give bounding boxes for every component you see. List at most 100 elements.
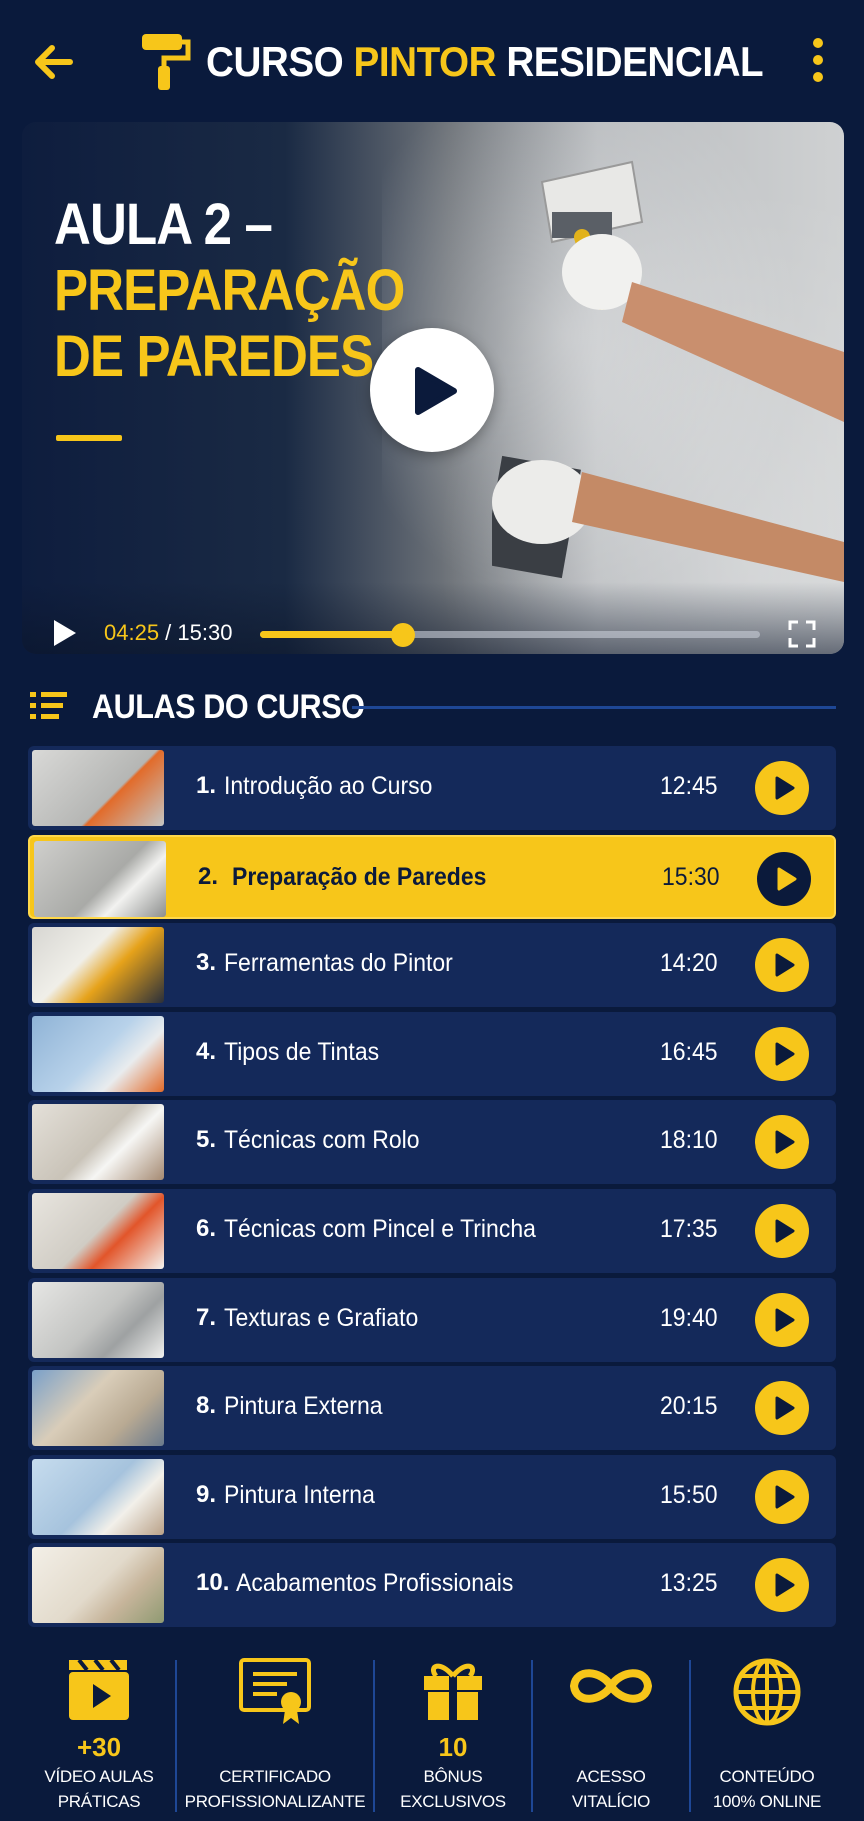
lesson-number: 2. [198, 862, 219, 890]
paint-roller-icon [142, 34, 191, 90]
feature-bonus: 10 BÔNUS EXCLUSIVOS [378, 1640, 528, 1821]
lesson-thumbnail [32, 1458, 164, 1535]
lesson-play-button[interactable] [755, 1115, 809, 1170]
lesson-play-button[interactable] [755, 1026, 809, 1081]
feature-lifetime-access: ACESSO VITALÍCIO [536, 1640, 686, 1821]
lesson-number: 10. [196, 1569, 230, 1597]
lesson-duration: 19:40 [660, 1303, 718, 1332]
lesson-number: 9. [196, 1480, 217, 1508]
lesson-number: 3. [196, 949, 217, 977]
lesson-number: 7. [196, 1303, 217, 1331]
lesson-title: Pintura Externa [224, 1392, 383, 1421]
lesson-play-button[interactable] [755, 938, 809, 993]
play-icon [415, 367, 457, 415]
lesson-play-button[interactable] [755, 1558, 809, 1613]
feature-divider [531, 1660, 533, 1812]
section-title: AULAS DO CURSO [92, 688, 365, 726]
plastering-hands-image [492, 160, 844, 582]
app-title: CURSO PINTOR RESIDENCIAL [206, 38, 764, 85]
list-icon [30, 692, 67, 719]
lesson-thumbnail [32, 750, 164, 826]
video-player[interactable]: AULA 2 – PREPARAÇÃO DE PAREDES 04:25 / 1… [22, 122, 844, 654]
lesson-play-button[interactable] [755, 1469, 809, 1524]
lesson-row[interactable]: 8. Pintura Externa 20:15 [28, 1366, 836, 1451]
lesson-thumbnail [32, 1015, 164, 1092]
lesson-title: Técnicas com Rolo [224, 1126, 420, 1155]
lesson-play-button[interactable] [755, 1381, 809, 1436]
play-icon [775, 776, 795, 800]
lesson-thumbnail [32, 1370, 164, 1447]
more-menu-button[interactable] [806, 34, 830, 88]
lesson-thumbnail [32, 1192, 164, 1269]
lesson-play-button[interactable] [755, 1292, 809, 1347]
lessons-section-header: AULAS DO CURSO [30, 684, 836, 730]
lesson-title: Acabamentos Profissionais [236, 1569, 514, 1598]
lesson-thumbnail [32, 1281, 164, 1358]
lesson-thumbnail [32, 1104, 164, 1181]
back-button[interactable] [30, 38, 78, 86]
lesson-title: Pintura Interna [224, 1480, 375, 1509]
lesson-title: Texturas e Grafiato [224, 1303, 419, 1332]
play-icon [775, 1042, 795, 1066]
play-icon [775, 1219, 795, 1243]
lesson-play-button[interactable] [757, 851, 811, 906]
features-bar: +30 VÍDEO AULAS PRÁTICAS CERTIFICADO PRO… [0, 1640, 864, 1821]
center-play-button[interactable] [370, 328, 494, 452]
gift-icon [424, 1663, 482, 1720]
lesson-row[interactable]: 7. Texturas e Grafiato 19:40 [28, 1277, 836, 1362]
lesson-row[interactable]: 9. Pintura Interna 15:50 [28, 1454, 836, 1539]
app-title-highlight: PINTOR [353, 38, 497, 85]
lesson-duration: 14:20 [660, 949, 718, 978]
player-controls: 04:25 / 15:30 [22, 582, 844, 654]
play-icon[interactable] [50, 618, 80, 648]
lesson-row[interactable]: 4. Tipos de Tintas 16:45 [28, 1011, 836, 1096]
lesson-duration: 17:35 [660, 1214, 718, 1243]
lesson-row[interactable]: 10. Acabamentos Profissionais 13:25 [28, 1543, 836, 1628]
lesson-thumbnail [34, 840, 166, 917]
lesson-title: Tipos de Tintas [224, 1037, 380, 1066]
lesson-number: 6. [196, 1214, 217, 1242]
globe-icon [733, 1658, 801, 1726]
play-icon [775, 1573, 795, 1597]
lesson-row[interactable]: 3. Ferramentas do Pintor 14:20 [28, 923, 836, 1008]
progress-bar[interactable] [260, 623, 760, 647]
lesson-title: Introdução ao Curso [224, 772, 433, 800]
lesson-number: 1. [196, 772, 217, 799]
lesson-title: Preparação de Paredes [232, 862, 487, 891]
kebab-menu-icon [806, 38, 830, 82]
lesson-duration: 18:10 [660, 1126, 718, 1155]
lesson-number: 5. [196, 1126, 217, 1154]
app-header: CURSO PINTOR RESIDENCIAL [0, 0, 864, 120]
feature-video-lessons: +30 VÍDEO AULAS PRÁTICAS [26, 1640, 172, 1821]
play-icon [775, 1130, 795, 1154]
lesson-row[interactable]: 5. Técnicas com Rolo 18:10 [28, 1100, 836, 1185]
lesson-duration: 15:30 [662, 862, 720, 891]
section-divider [352, 706, 836, 709]
lesson-thumbnail [32, 1547, 164, 1624]
lesson-play-button[interactable] [755, 1203, 809, 1258]
lesson-title: Técnicas com Pincel e Trincha [224, 1214, 536, 1243]
lesson-duration: 12:45 [660, 772, 718, 800]
lesson-thumbnail [32, 927, 164, 1004]
lesson-play-button[interactable] [755, 761, 809, 815]
video-title: AULA 2 – PREPARAÇÃO DE PAREDES [54, 192, 405, 389]
clapperboard-icon [69, 1658, 129, 1720]
title-underline [56, 435, 122, 441]
lesson-row[interactable]: 6. Técnicas com Pincel e Trincha 17:35 [28, 1188, 836, 1273]
lesson-duration: 16:45 [660, 1037, 718, 1066]
arrow-left-icon [35, 45, 73, 79]
fullscreen-icon[interactable] [788, 620, 816, 648]
time-display: 04:25 / 15:30 [104, 620, 233, 645]
play-icon [777, 867, 797, 891]
infinity-icon [569, 1669, 653, 1703]
lesson-number: 4. [196, 1037, 217, 1065]
play-icon [775, 1485, 795, 1509]
certificate-icon [239, 1658, 311, 1724]
lesson-row[interactable]: 2. Preparação de Paredes 15:30 [28, 834, 836, 919]
play-icon [775, 1396, 795, 1420]
progress-fill [260, 631, 403, 638]
feature-divider [175, 1660, 177, 1812]
progress-handle[interactable] [390, 623, 415, 647]
lesson-row[interactable]: 1. Introdução ao Curso 12:45 [28, 746, 836, 830]
lesson-number: 8. [196, 1392, 217, 1420]
